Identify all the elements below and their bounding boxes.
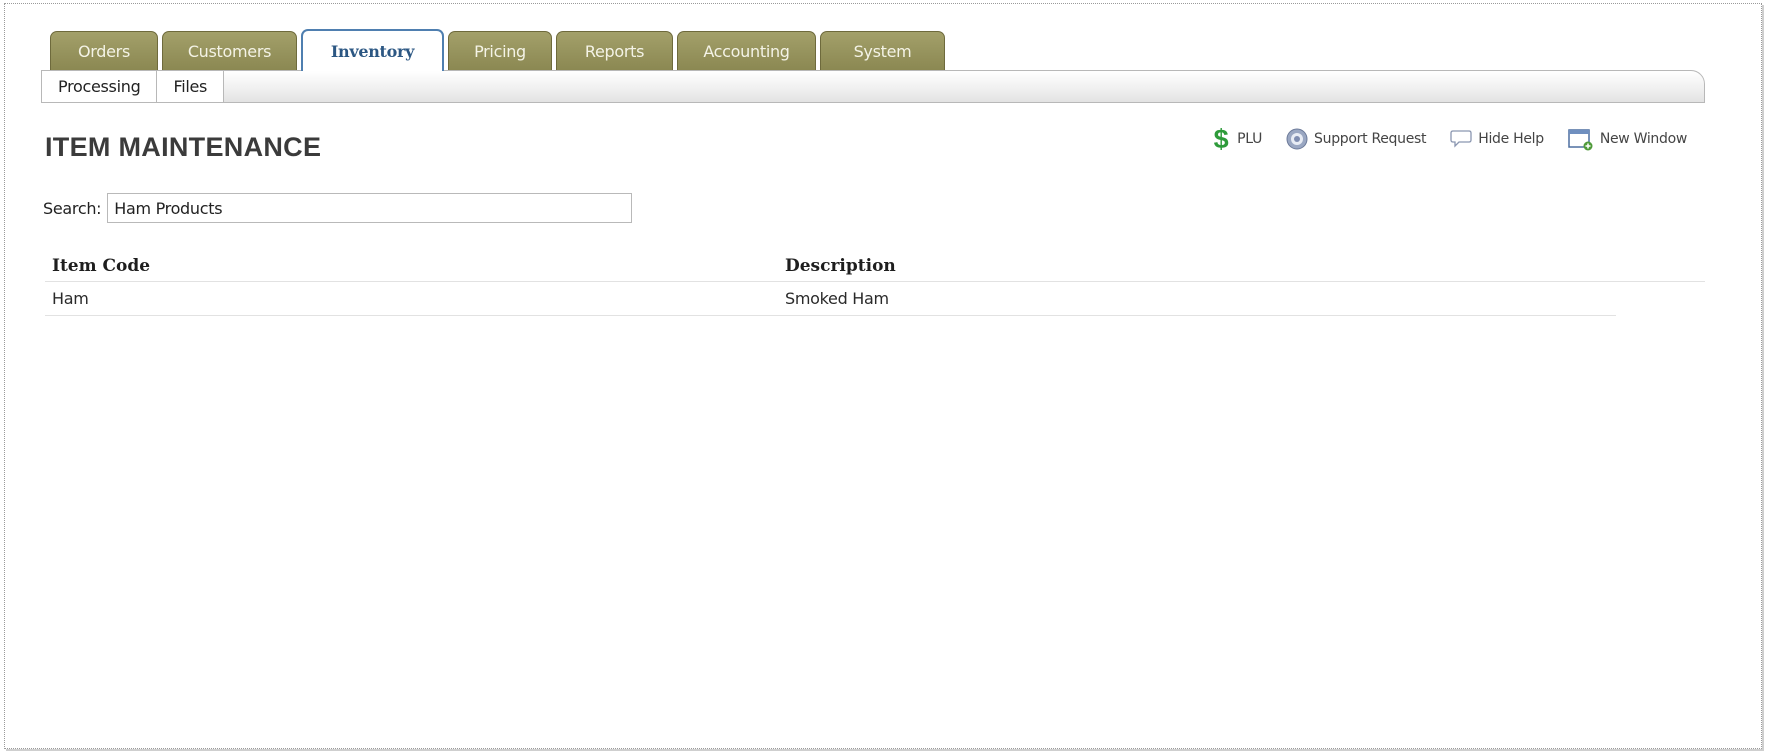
dollar-icon: $ <box>1214 125 1229 153</box>
page-title: ITEM MAINTENANCE <box>45 132 322 162</box>
hide-help-label: Hide Help <box>1478 131 1544 147</box>
new-window-link[interactable]: New Window <box>1568 127 1687 151</box>
svg-text:$: $ <box>1214 125 1229 153</box>
tab-system[interactable]: System <box>820 31 945 70</box>
search-input[interactable] <box>107 193 633 223</box>
plu-label: PLU <box>1237 131 1263 147</box>
new-window-icon <box>1568 129 1593 151</box>
sub-tab-bar: Processing Files <box>41 70 1705 103</box>
item-table: Item Code Description Ham Smoked Ham <box>45 250 1705 316</box>
support-request-label: Support Request <box>1314 131 1427 147</box>
tab-customers[interactable]: Customers <box>162 31 297 70</box>
item-code-cell: Ham <box>52 289 89 308</box>
app-frame: Orders Customers Inventory Pricing Repor… <box>4 3 1762 749</box>
tab-pricing[interactable]: Pricing <box>448 31 552 70</box>
search-label: Search: <box>43 198 102 218</box>
hide-help-link[interactable]: Hide Help <box>1450 129 1544 149</box>
column-header-description[interactable]: Description <box>785 256 1705 276</box>
help-links: $ PLU Support Request Hide Help New Wind… <box>1211 125 1688 153</box>
tab-reports[interactable]: Reports <box>556 31 673 70</box>
plu-link[interactable]: $ PLU <box>1211 125 1263 153</box>
tab-accounting[interactable]: Accounting <box>677 31 816 70</box>
tab-orders[interactable]: Orders <box>50 31 158 70</box>
table-header: Item Code Description <box>45 250 1705 282</box>
column-header-item-code[interactable]: Item Code <box>45 256 785 276</box>
tab-inventory[interactable]: Inventory <box>301 29 444 71</box>
main-tab-bar: Orders Customers Inventory Pricing Repor… <box>50 29 945 71</box>
speech-bubble-icon <box>1450 130 1472 148</box>
sub-tab-list: Processing Files <box>42 71 225 102</box>
subtab-processing[interactable]: Processing <box>42 71 158 102</box>
subtab-files[interactable]: Files <box>157 71 225 102</box>
support-icon <box>1286 128 1308 150</box>
new-window-label: New Window <box>1599 131 1687 147</box>
search-row: Search: <box>43 193 633 223</box>
description-cell: Smoked Ham <box>785 289 889 308</box>
support-request-link[interactable]: Support Request <box>1286 128 1427 150</box>
table-row[interactable]: Ham Smoked Ham <box>45 282 1616 316</box>
